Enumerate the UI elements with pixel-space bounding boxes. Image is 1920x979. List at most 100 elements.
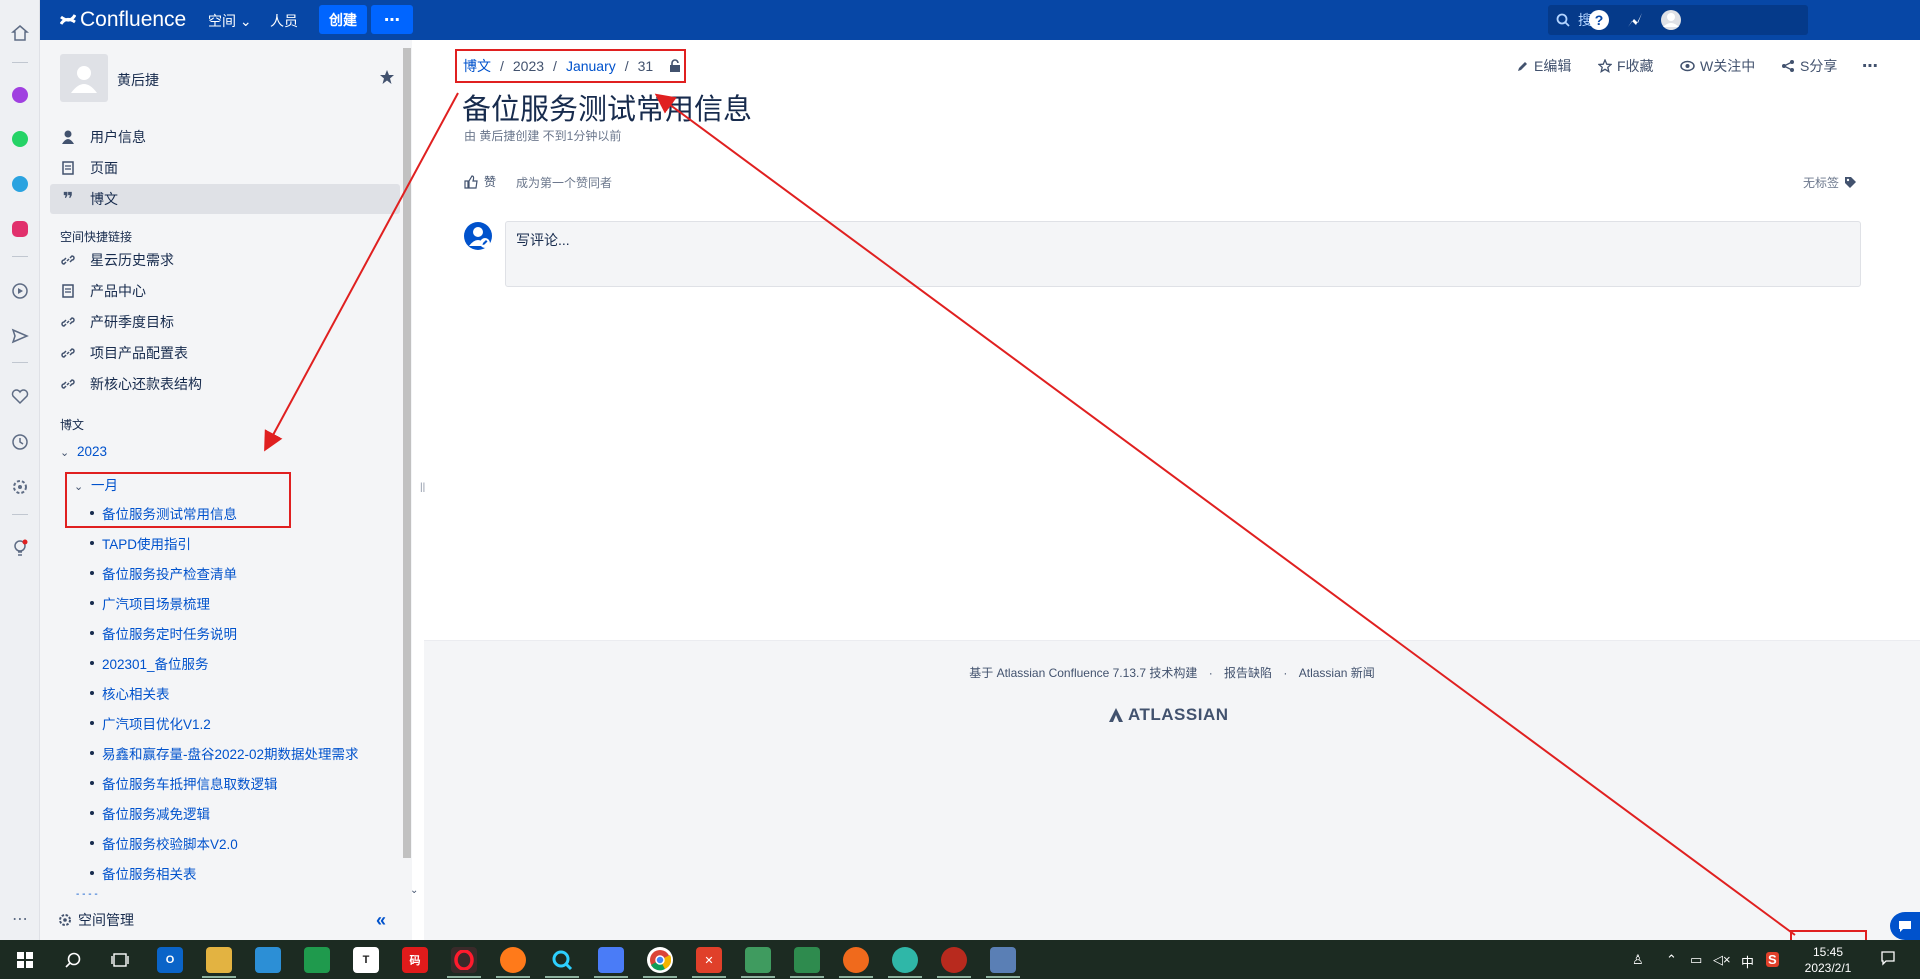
tree-post-link[interactable]: 202301_备位服务: [102, 653, 209, 673]
app-icon[interactable]: [304, 947, 330, 973]
share-button[interactable]: S分享: [1781, 56, 1837, 76]
notification-center-icon[interactable]: [1880, 950, 1896, 969]
sidebar-item-pages[interactable]: 页面: [50, 153, 400, 183]
notification-icon[interactable]: [1624, 9, 1646, 31]
feishu-icon[interactable]: [549, 947, 575, 973]
xmind-icon[interactable]: ✕: [696, 947, 722, 973]
sidebar-shortcut[interactable]: 星云历史需求: [50, 245, 400, 275]
notepad-icon[interactable]: [255, 947, 281, 973]
favourite-button[interactable]: F收藏: [1598, 56, 1654, 76]
whatsapp-icon[interactable]: [9, 128, 31, 150]
people-link[interactable]: 人员: [270, 11, 298, 31]
sidebar-item-blog[interactable]: ❞ 博文: [50, 184, 400, 214]
create-more-button[interactable]: ⋯: [371, 5, 413, 34]
telegram-icon[interactable]: [9, 173, 31, 195]
space-admin-link[interactable]: 空间管理: [58, 910, 134, 930]
atlassian-logo[interactable]: ATLASSIAN: [1108, 705, 1229, 725]
outlook-icon[interactable]: O: [157, 947, 183, 973]
annotation-box-breadcrumb: [455, 49, 686, 83]
instagram-icon[interactable]: [9, 218, 31, 240]
bullet: [90, 721, 94, 725]
send-icon[interactable]: [9, 325, 31, 347]
volume-muted-icon[interactable]: ◁×: [1713, 952, 1731, 968]
sidebar-shortcut[interactable]: 产研季度目标: [50, 307, 400, 337]
sidebar-shortcut[interactable]: 新核心还款表结构: [50, 369, 400, 399]
snail-app-icon[interactable]: [941, 947, 967, 973]
spaces-menu[interactable]: 空间 ⌄: [208, 11, 252, 31]
scroll-down-icon[interactable]: ⌄: [410, 885, 418, 896]
tree-post-link[interactable]: 备位服务相关表: [102, 863, 197, 883]
sidebar-shortcut[interactable]: 项目产品配置表: [50, 338, 400, 368]
bulb-icon[interactable]: [9, 537, 31, 559]
footer-powered-link[interactable]: 基于 Atlassian Confluence 7.13.7 技术构建: [969, 666, 1197, 680]
chevron-down-icon: ⌄: [239, 13, 252, 29]
like-hint: 成为第一个赞同者: [516, 176, 613, 190]
tree-post-link[interactable]: 备位服务投产检查清单: [102, 563, 237, 583]
tree-post-link[interactable]: 广汽项目优化V1.2: [102, 713, 211, 733]
like-button[interactable]: 赞: [464, 173, 496, 190]
settings-icon[interactable]: [9, 476, 31, 498]
postman-icon[interactable]: [843, 947, 869, 973]
sidebar-shortcut[interactable]: 产品中心: [50, 276, 400, 306]
confluence-logo[interactable]: Confluence: [60, 8, 186, 32]
tree-post-link[interactable]: 易鑫和赢存量-盘谷2022-02期数据处理需求: [102, 743, 359, 763]
network-icon[interactable]: ▭: [1690, 952, 1702, 968]
tree-post-link[interactable]: 备位服务校验脚本V2.0: [102, 833, 238, 853]
tree-post-link[interactable]: 备位服务车抵押信息取数逻辑: [102, 773, 278, 793]
clock-icon[interactable]: [9, 431, 31, 453]
sidebar-scrollbar[interactable]: [402, 40, 412, 900]
search-icon[interactable]: [60, 947, 86, 973]
collapse-sidebar-icon[interactable]: «: [376, 910, 386, 931]
tree-post-link[interactable]: TAPD使用指引: [102, 533, 191, 553]
file-explorer-icon[interactable]: [206, 947, 232, 973]
sidebar-resize-handle[interactable]: ||: [420, 482, 425, 493]
firefox-icon[interactable]: [500, 947, 526, 973]
task-view-icon[interactable]: [107, 947, 133, 973]
create-button[interactable]: 创建: [319, 5, 367, 34]
more-actions-icon[interactable]: ⋯: [1862, 56, 1878, 76]
heart-icon[interactable]: [9, 386, 31, 408]
profile-avatar-icon[interactable]: [1660, 9, 1682, 31]
ime-indicator[interactable]: 中: [1741, 952, 1754, 971]
home-icon[interactable]: [9, 22, 31, 44]
system-clock[interactable]: 15:45 2023/2/1: [1793, 944, 1863, 976]
edit-button[interactable]: E编辑: [1516, 56, 1571, 76]
labels-text: 无标签: [1803, 176, 1840, 190]
more-icon[interactable]: ⋯: [9, 908, 31, 930]
chat-icon[interactable]: [1890, 912, 1920, 940]
watch-button[interactable]: W关注中: [1680, 56, 1755, 76]
strip-divider: [12, 362, 28, 363]
opera-icon[interactable]: [451, 947, 477, 973]
space-owner-name[interactable]: 黄后捷: [117, 70, 159, 90]
avatar[interactable]: [60, 54, 108, 102]
footer-report-link[interactable]: 报告缺陷: [1224, 666, 1272, 680]
dbeaver-icon[interactable]: [892, 947, 918, 973]
confluence-icon: [60, 14, 76, 25]
tree-year-2023[interactable]: ⌄ 2023: [60, 444, 107, 459]
sidebar-item-user-info[interactable]: 用户信息: [50, 122, 400, 152]
docs-icon[interactable]: [598, 947, 624, 973]
star-icon[interactable]: [379, 69, 395, 88]
tree-post-link[interactable]: 核心相关表: [102, 683, 170, 703]
typora-icon[interactable]: T: [353, 947, 379, 973]
excel-icon[interactable]: [794, 947, 820, 973]
scrollbar-thumb[interactable]: [403, 48, 411, 858]
comment-input[interactable]: 写评论...: [505, 221, 1861, 287]
play-icon[interactable]: [9, 280, 31, 302]
sogou-icon[interactable]: S: [1766, 952, 1779, 967]
flomo-icon[interactable]: 码: [402, 947, 428, 973]
help-icon[interactable]: ?: [1588, 9, 1610, 31]
footer-news-link[interactable]: Atlassian 新闻: [1299, 666, 1375, 680]
remote-desktop-icon[interactable]: [990, 947, 1016, 973]
messenger-icon[interactable]: [9, 84, 31, 106]
labels-area[interactable]: 无标签: [1803, 174, 1857, 191]
tree-post-link[interactable]: 备位服务减免逻辑: [102, 803, 210, 823]
tree-post-link[interactable]: 广汽项目场景梳理: [102, 593, 210, 613]
tree-post-link[interactable]: 备位服务定时任务说明: [102, 623, 237, 643]
windows-start-icon[interactable]: [12, 947, 38, 973]
wechat-work-icon[interactable]: [745, 947, 771, 973]
chevron-up-icon[interactable]: ⌃: [1666, 952, 1677, 968]
pencil-icon: [1518, 61, 1527, 71]
people-icon[interactable]: ♙: [1632, 952, 1644, 968]
chrome-icon[interactable]: [647, 947, 673, 973]
